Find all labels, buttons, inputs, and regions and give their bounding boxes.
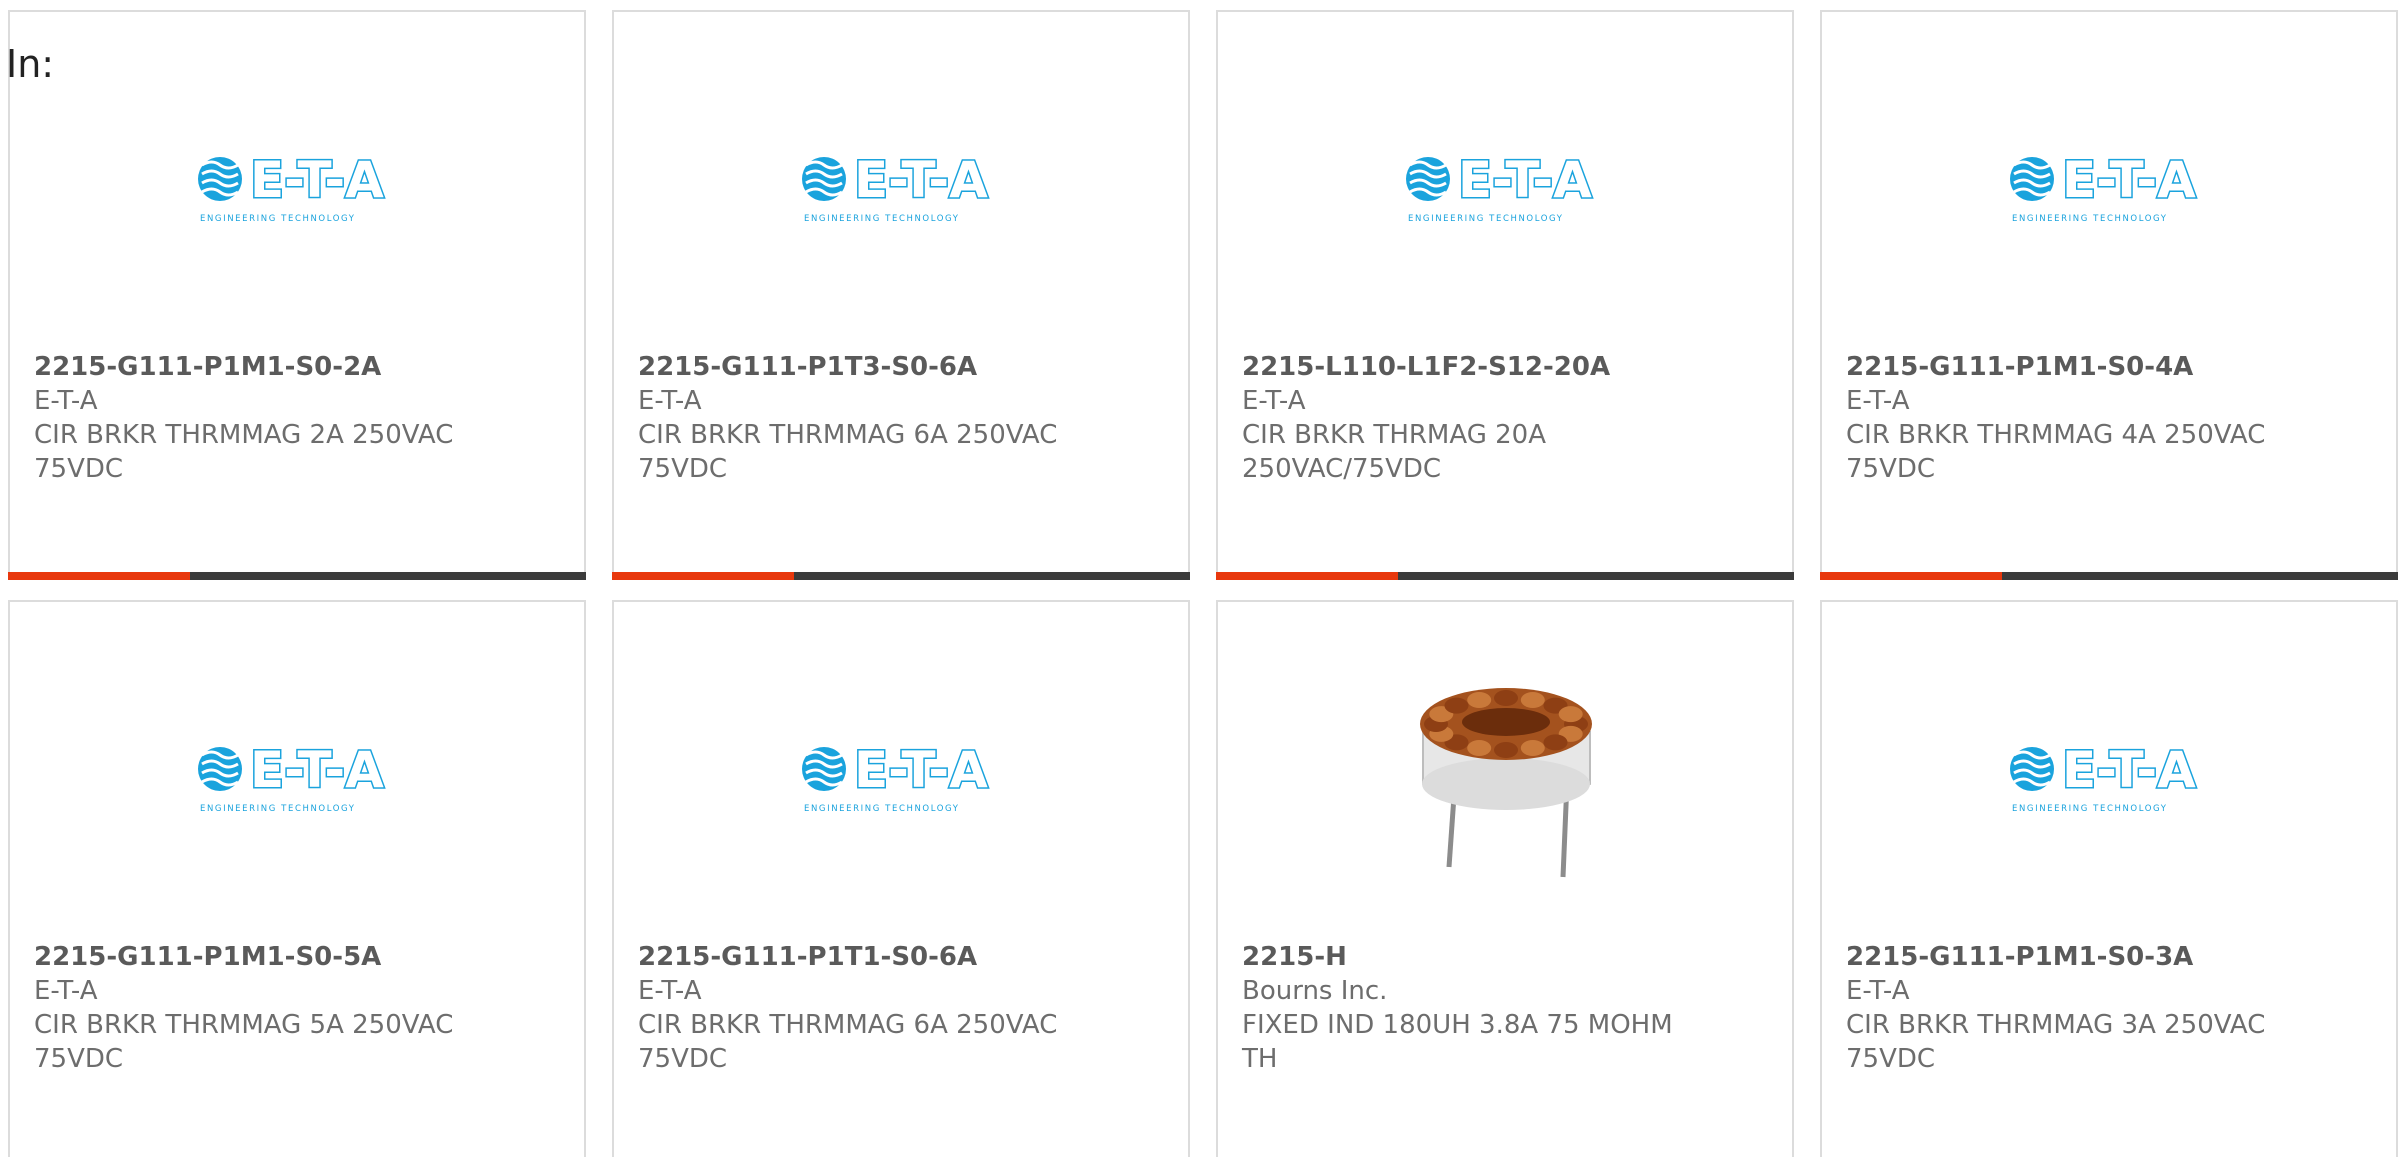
product-description: CIR BRKR THRMMAG 6A 250VAC 75VDC <box>638 420 1058 484</box>
product-description: CIR BRKR THRMMAG 6A 250VAC 75VDC <box>638 1010 1058 1074</box>
product-description: CIR BRKR THRMMAG 5A 250VAC 75VDC <box>34 1010 454 1074</box>
product-manufacturer: E-T-A <box>1242 386 1306 416</box>
page: In: E-T-A ENGINEERING TECHNOLOGY 2215-G11… <box>0 0 2400 1157</box>
product-manufacturer: E-T-A <box>34 976 98 1006</box>
card-bottom-bar <box>1820 572 2398 580</box>
logo-tagline: ENGINEERING TECHNOLOGY <box>200 214 356 224</box>
product-part-number[interactable]: 2215-G111-P1M1-S0-5A <box>34 940 560 974</box>
product-description: FIXED IND 180UH 3.8A 75 MOHM TH <box>1242 1010 1673 1074</box>
product-description: CIR BRKR THRMMAG 2A 250VAC 75VDC <box>34 420 454 484</box>
product-info: 2215-G111-P1M1-S0-2A E-T-A CIR BRKR THRM… <box>34 350 560 486</box>
eta-logo: E-T-A ENGINEERING TECHNOLOGY <box>198 150 386 224</box>
logo-wordmark: E-T-A <box>250 741 384 799</box>
product-part-number[interactable]: 2215-H <box>1242 940 1768 974</box>
product-part-number[interactable]: 2215-G111-P1M1-S0-3A <box>1846 940 2372 974</box>
logo-tagline: ENGINEERING TECHNOLOGY <box>2012 804 2168 814</box>
product-card-7[interactable]: 2215-H Bourns Inc. FIXED IND 180UH 3.8A … <box>1216 600 1794 1157</box>
logo-tagline: ENGINEERING TECHNOLOGY <box>2012 214 2168 224</box>
eta-logo-image: E-T-A ENGINEERING TECHNOLOGY <box>1402 149 1608 225</box>
filter-label: In: <box>6 42 55 86</box>
product-description: CIR BRKR THRMMAG 4A 250VAC 75VDC <box>1846 420 2266 484</box>
logo-wordmark: E-T-A <box>1458 151 1592 209</box>
eta-logo: E-T-A ENGINEERING TECHNOLOGY <box>802 150 990 224</box>
logo-wordmark: E-T-A <box>2062 151 2196 209</box>
product-info: 2215-H Bourns Inc. FIXED IND 180UH 3.8A … <box>1242 940 1768 1076</box>
product-part-number[interactable]: 2215-G111-P1M1-S0-2A <box>34 350 560 384</box>
card-bottom-bar <box>8 572 586 580</box>
logo-tagline: ENGINEERING TECHNOLOGY <box>804 214 960 224</box>
product-card-8[interactable]: E-T-A ENGINEERING TECHNOLOGY 2215-G111-P1… <box>1820 600 2398 1157</box>
product-info: 2215-G111-P1T3-S0-6A E-T-A CIR BRKR THRM… <box>638 350 1164 486</box>
eta-logo-image: E-T-A ENGINEERING TECHNOLOGY <box>2006 739 2212 815</box>
product-part-number[interactable]: 2215-G111-P1M1-S0-4A <box>1846 350 2372 384</box>
product-image[interactable]: E-T-A ENGINEERING TECHNOLOGY <box>10 662 584 892</box>
card-accent-segment <box>1820 572 2002 580</box>
eta-logo-image: E-T-A ENGINEERING TECHNOLOGY <box>798 149 1004 225</box>
card-accent-segment <box>8 572 190 580</box>
product-manufacturer: Bourns Inc. <box>1242 976 1388 1006</box>
product-card-5[interactable]: E-T-A ENGINEERING TECHNOLOGY 2215-G111-P1… <box>8 600 586 1157</box>
product-card-1[interactable]: E-T-A ENGINEERING TECHNOLOGY 2215-G111-P1… <box>8 10 586 580</box>
product-description: CIR BRKR THRMMAG 3A 250VAC 75VDC <box>1846 1010 2266 1074</box>
logo-tagline: ENGINEERING TECHNOLOGY <box>804 804 960 814</box>
eta-logo: E-T-A ENGINEERING TECHNOLOGY <box>802 740 990 814</box>
product-manufacturer: E-T-A <box>34 386 98 416</box>
product-image[interactable] <box>1218 662 1792 892</box>
product-part-number[interactable]: 2215-G111-P1T1-S0-6A <box>638 940 1164 974</box>
product-description: CIR BRKR THRMAG 20A 250VAC/75VDC <box>1242 420 1546 484</box>
product-info: 2215-G111-P1T1-S0-6A E-T-A CIR BRKR THRM… <box>638 940 1164 1076</box>
eta-logo-image: E-T-A ENGINEERING TECHNOLOGY <box>194 739 400 815</box>
card-accent-segment <box>1216 572 1398 580</box>
logo-tagline: ENGINEERING TECHNOLOGY <box>200 804 356 814</box>
card-bottom-bar <box>612 572 1190 580</box>
logo-wordmark: E-T-A <box>854 151 988 209</box>
product-manufacturer: E-T-A <box>1846 976 1910 1006</box>
eta-logo: E-T-A ENGINEERING TECHNOLOGY <box>2010 150 2198 224</box>
eta-logo-image: E-T-A ENGINEERING TECHNOLOGY <box>194 149 400 225</box>
product-info: 2215-L110-L1F2-S12-20A E-T-A CIR BRKR TH… <box>1242 350 1768 486</box>
product-manufacturer: E-T-A <box>638 386 702 416</box>
product-grid: E-T-A ENGINEERING TECHNOLOGY 2215-G111-P1… <box>8 10 2398 1157</box>
logo-wordmark: E-T-A <box>250 151 384 209</box>
toroid-inductor-image <box>1420 688 1592 878</box>
eta-logo: E-T-A ENGINEERING TECHNOLOGY <box>198 740 386 814</box>
product-image[interactable]: E-T-A ENGINEERING TECHNOLOGY <box>1218 72 1792 302</box>
eta-logo: E-T-A ENGINEERING TECHNOLOGY <box>2010 740 2198 814</box>
card-accent-segment <box>612 572 794 580</box>
product-manufacturer: E-T-A <box>1846 386 1910 416</box>
product-card-3[interactable]: E-T-A ENGINEERING TECHNOLOGY 2215-L110-L1… <box>1216 10 1794 580</box>
product-part-number[interactable]: 2215-G111-P1T3-S0-6A <box>638 350 1164 384</box>
eta-logo: E-T-A ENGINEERING TECHNOLOGY <box>1406 150 1594 224</box>
product-card-2[interactable]: E-T-A ENGINEERING TECHNOLOGY 2215-G111-P1… <box>612 10 1190 580</box>
product-part-number[interactable]: 2215-L110-L1F2-S12-20A <box>1242 350 1768 384</box>
product-card-6[interactable]: E-T-A ENGINEERING TECHNOLOGY 2215-G111-P1… <box>612 600 1190 1157</box>
logo-wordmark: E-T-A <box>2062 741 2196 799</box>
product-manufacturer: E-T-A <box>638 976 702 1006</box>
product-image[interactable]: E-T-A ENGINEERING TECHNOLOGY <box>614 662 1188 892</box>
card-bottom-bar <box>1216 572 1794 580</box>
product-image[interactable]: E-T-A ENGINEERING TECHNOLOGY <box>1822 72 2396 302</box>
product-info: 2215-G111-P1M1-S0-5A E-T-A CIR BRKR THRM… <box>34 940 560 1076</box>
logo-tagline: ENGINEERING TECHNOLOGY <box>1408 214 1564 224</box>
product-image[interactable]: E-T-A ENGINEERING TECHNOLOGY <box>614 72 1188 302</box>
product-info: 2215-G111-P1M1-S0-4A E-T-A CIR BRKR THRM… <box>1846 350 2372 486</box>
product-image[interactable]: E-T-A ENGINEERING TECHNOLOGY <box>1822 662 2396 892</box>
product-image[interactable]: E-T-A ENGINEERING TECHNOLOGY <box>10 72 584 302</box>
eta-logo-image: E-T-A ENGINEERING TECHNOLOGY <box>798 739 1004 815</box>
eta-logo-image: E-T-A ENGINEERING TECHNOLOGY <box>2006 149 2212 225</box>
product-info: 2215-G111-P1M1-S0-3A E-T-A CIR BRKR THRM… <box>1846 940 2372 1076</box>
logo-wordmark: E-T-A <box>854 741 988 799</box>
product-card-4[interactable]: E-T-A ENGINEERING TECHNOLOGY 2215-G111-P1… <box>1820 10 2398 580</box>
